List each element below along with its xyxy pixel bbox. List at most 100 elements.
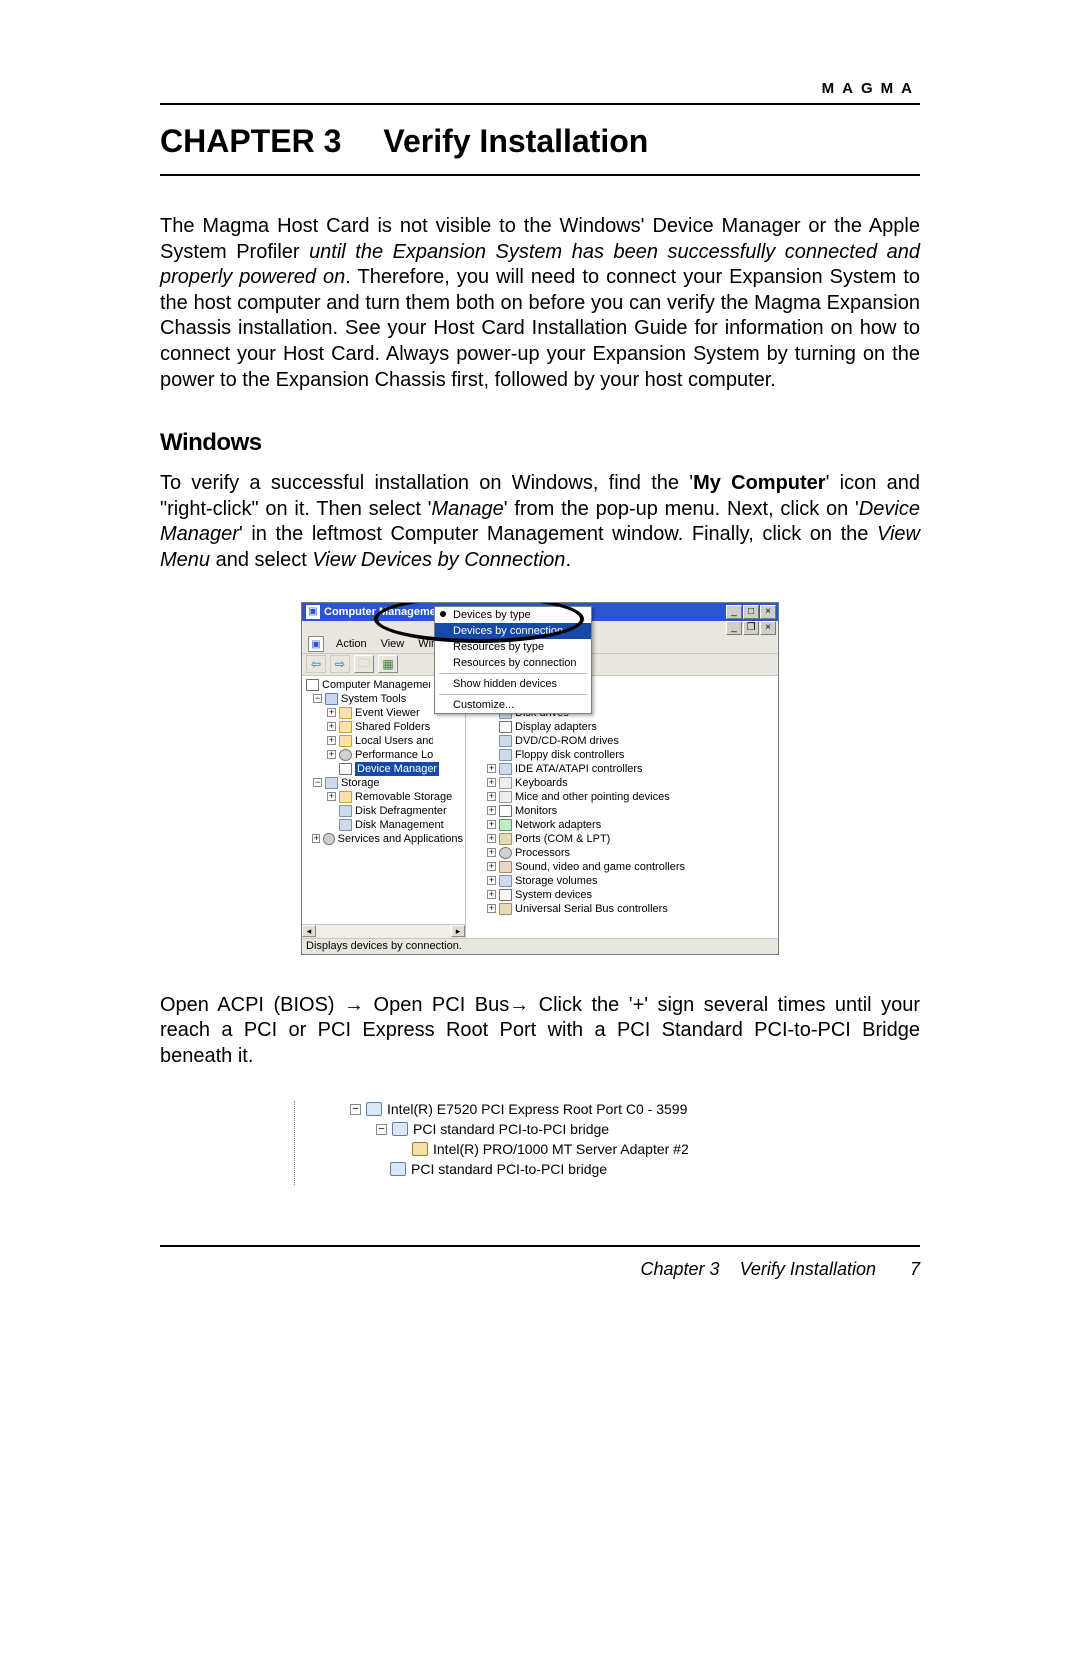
expand-icon[interactable]: + [487,764,496,773]
mdi-close-button[interactable]: × [760,621,776,635]
horizontal-scrollbar[interactable]: ◂ ▸ [302,924,465,938]
pci-bridge-icon [390,1162,406,1176]
devmgr-icon [339,763,352,775]
view-devices-by-connection[interactable]: Devices by connection [435,623,591,639]
scroll-left-button[interactable]: ◂ [302,925,316,937]
scroll-right-button[interactable]: ▸ [451,925,465,937]
expand-icon[interactable]: + [487,848,496,857]
system-icon [499,889,512,901]
device-processors[interactable]: Processors [515,846,570,860]
tree-services-apps[interactable]: Services and Applications [338,832,463,846]
device-ide[interactable]: IDE ATA/ATAPI controllers [515,762,643,776]
minimize-button[interactable]: _ [726,605,742,619]
processor-icon [499,847,512,859]
expand-icon[interactable]: − [376,1124,387,1135]
device-sound[interactable]: Sound, video and game controllers [515,860,685,874]
pci-adapter[interactable]: Intel(R) PRO/1000 MT Server Adapter #2 [433,1141,689,1157]
expand-icon[interactable]: − [350,1104,361,1115]
pci-bridge-1[interactable]: PCI standard PCI-to-PCI bridge [413,1121,609,1137]
device-monitors[interactable]: Monitors [515,804,557,818]
expand-icon[interactable]: − [313,778,322,787]
defrag-icon [339,805,352,817]
view-show-hidden[interactable]: Show hidden devices [435,676,591,692]
tree-storage[interactable]: Storage [341,776,380,790]
expand-icon[interactable]: + [487,890,496,899]
storage-icon [325,777,338,789]
page-footer: Chapter 3 Verify Installation7 [160,1247,920,1280]
tree-performance[interactable]: Performance Logs and Alerts [355,748,433,762]
computer-management-window: ▣ Computer Management _ □ × _ ❐ × ▣ Acti… [301,602,779,955]
bullet-icon [440,611,446,617]
diskmgmt-icon [339,819,352,831]
view-resources-by-type[interactable]: Resources by type [435,639,591,655]
menu-action[interactable]: Action [330,638,373,650]
view-devices-by-type[interactable]: Devices by type [435,607,591,623]
device-storage-volumes[interactable]: Storage volumes [515,874,598,888]
expand-icon[interactable]: + [487,834,496,843]
tree-removable-storage[interactable]: Removable Storage [355,790,452,804]
device-display-adapters[interactable]: Display adapters [515,720,597,734]
expand-icon[interactable]: + [327,722,336,731]
device-keyboards[interactable]: Keyboards [515,776,568,790]
expand-icon[interactable]: + [487,876,496,885]
device-usb[interactable]: Universal Serial Bus controllers [515,902,668,916]
forward-button[interactable]: ⇨ [330,655,350,673]
tree-system-tools[interactable]: System Tools [341,692,431,706]
folder-icon [339,707,352,719]
expand-icon[interactable]: + [487,904,496,913]
windows-paragraph: To verify a successful installation on W… [160,471,920,573]
services-icon [323,833,334,845]
footer-page-number: 7 [910,1259,920,1279]
expand-icon[interactable]: + [327,792,336,801]
device-dvd[interactable]: DVD/CD-ROM drives [515,734,619,748]
maximize-button[interactable]: □ [743,605,759,619]
device-floppy[interactable]: Floppy disk controllers [515,748,624,762]
left-tree-pane: Computer Management (Local) − System Tool… [302,676,466,938]
pci-bridge-2[interactable]: PCI standard PCI-to-PCI bridge [411,1161,607,1177]
tree-local-users[interactable]: Local Users and Groups [355,734,433,748]
expand-icon[interactable]: + [487,862,496,871]
right-tree-pane: −GMA-TECHWRTR Computer Disk drives Displ… [466,676,778,938]
folder-icon [339,791,352,803]
view-dropdown-menu: Devices by type Devices by connection Re… [434,606,592,714]
menu-view[interactable]: View [375,638,411,650]
device-ports[interactable]: Ports (COM & LPT) [515,832,610,846]
status-bar: Displays devices by connection. [302,938,778,955]
perf-icon [339,749,352,761]
pci-root-port[interactable]: Intel(R) E7520 PCI Express Root Port C0 … [387,1101,687,1117]
expand-icon[interactable]: + [312,834,320,843]
pci-port-icon [366,1102,382,1116]
keyboard-icon [499,777,512,789]
tree-disk-defragmenter[interactable]: Disk Defragmenter [355,804,447,818]
expand-icon[interactable]: + [327,750,336,759]
close-button[interactable]: × [760,605,776,619]
tree-root[interactable]: Computer Management (Local) [322,678,430,692]
expand-icon[interactable]: + [487,820,496,829]
network-card-icon [412,1142,428,1156]
view-customize[interactable]: Customize... [435,697,591,713]
up-button[interactable]: 🗀 [354,655,374,673]
expand-icon[interactable]: + [487,778,496,787]
view-button[interactable]: ▦ [378,655,398,673]
expand-icon[interactable]: − [313,694,322,703]
dvd-icon [499,735,512,747]
tree-disk-management[interactable]: Disk Management [355,818,444,832]
expand-icon[interactable]: + [487,806,496,815]
mdi-minimize-button[interactable]: _ [726,621,742,635]
file-icon[interactable]: ▣ [308,636,324,652]
expand-icon[interactable]: + [327,708,336,717]
device-network[interactable]: Network adapters [515,818,601,832]
storage-icon [499,875,512,887]
device-mice[interactable]: Mice and other pointing devices [515,790,670,804]
mdi-restore-button[interactable]: ❐ [743,621,759,635]
expand-icon[interactable]: + [327,736,336,745]
tree-device-manager[interactable]: Device Manager [355,762,439,776]
expand-icon[interactable]: + [487,792,496,801]
floppy-icon [499,749,512,761]
mouse-icon [499,791,512,803]
device-system-devices[interactable]: System devices [515,888,592,902]
view-resources-by-connection[interactable]: Resources by connection [435,655,591,671]
back-button[interactable]: ⇦ [306,655,326,673]
tree-shared-folders[interactable]: Shared Folders [355,720,433,734]
tree-event-viewer[interactable]: Event Viewer [355,706,433,720]
